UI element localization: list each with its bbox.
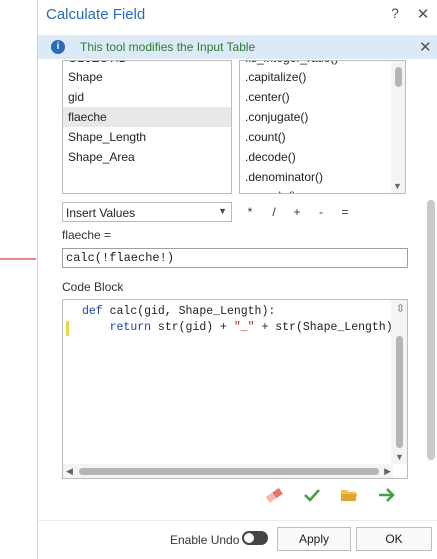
- open-folder-icon[interactable]: [339, 486, 359, 504]
- methods-scroll-thumb[interactable]: [395, 67, 402, 87]
- code-text: + str(Shape_Length): [254, 321, 393, 334]
- code-text: str(gid) +: [151, 321, 234, 334]
- method-item-center[interactable]: .center(): [240, 87, 405, 107]
- pane-scroll-thumb[interactable]: [427, 200, 435, 460]
- code-block-label: Code Block: [62, 280, 124, 294]
- apply-button[interactable]: Apply: [277, 527, 351, 551]
- info-icon: i: [51, 40, 65, 54]
- code-horizontal-scrollbar[interactable]: ◀ ▶: [63, 464, 393, 478]
- field-item-shape[interactable]: Shape: [63, 67, 231, 87]
- methods-scrollbar[interactable]: ▼: [391, 61, 405, 193]
- method-item-count[interactable]: .count(): [240, 127, 405, 147]
- calculate-field-pane: Calculate Field ? ✕ i This tool modifies…: [37, 0, 437, 559]
- operator-equals-button[interactable]: =: [338, 205, 352, 221]
- enable-undo-label: Enable Undo: [170, 533, 240, 547]
- info-message: This tool modifies the Input Table: [80, 40, 256, 54]
- helper-type-value: Insert Values: [66, 206, 136, 220]
- expression-input[interactable]: calc(!flaeche!): [62, 248, 408, 268]
- field-item-gid[interactable]: gid: [63, 87, 231, 107]
- operator-multiply-button[interactable]: *: [243, 205, 257, 221]
- code-string: "_": [233, 321, 255, 334]
- chevron-down-icon[interactable]: ▼: [393, 181, 402, 191]
- code-line-1: def calc(gid, Shape_Length):: [82, 305, 275, 318]
- expression-label: flaeche =: [62, 228, 112, 242]
- pane-titlebar: Calculate Field ? ✕: [38, 0, 437, 30]
- info-message-bar: i This tool modifies the Input Table ✕: [38, 35, 437, 59]
- operator-plus-button[interactable]: +: [290, 205, 304, 221]
- ok-button[interactable]: OK: [356, 527, 432, 551]
- code-keyword: return: [109, 321, 152, 334]
- code-text: calc(gid, Shape_Length):: [102, 305, 276, 318]
- method-item-partial-bottom[interactable]: .encode(): [240, 186, 405, 193]
- methods-list[interactable]: .is_integer_ratio() .capitalize() .cente…: [239, 60, 406, 194]
- method-item-denominator[interactable]: .denominator(): [240, 167, 405, 187]
- code-hscroll-thumb[interactable]: [79, 468, 379, 475]
- chevron-left-icon[interactable]: ◀: [66, 466, 73, 477]
- chevron-down-icon[interactable]: ▼: [395, 452, 404, 462]
- help-button[interactable]: ?: [388, 5, 402, 23]
- chevron-down-icon[interactable]: ▼: [218, 206, 227, 216]
- code-line-2: return str(gid) + "_" + str(Shape_Length…: [82, 321, 393, 334]
- pane-title: Calculate Field: [46, 6, 146, 23]
- split-handle-icon[interactable]: ⇳: [396, 302, 405, 315]
- helper-type-select[interactable]: Insert Values ▼: [62, 202, 232, 222]
- code-vertical-scrollbar[interactable]: ⇳ ▼: [391, 300, 407, 464]
- verify-check-icon[interactable]: [302, 486, 322, 504]
- field-item-shape-area[interactable]: Shape_Area: [63, 147, 231, 167]
- method-item-conjugate[interactable]: .conjugate(): [240, 107, 405, 127]
- method-item-decode[interactable]: .decode(): [240, 147, 405, 167]
- toggle-knob: [244, 533, 254, 543]
- footer-divider: [38, 520, 437, 521]
- operator-divide-button[interactable]: /: [267, 205, 281, 221]
- eraser-icon[interactable]: [264, 486, 284, 504]
- operator-minus-button[interactable]: -: [314, 205, 328, 221]
- change-marker: [66, 321, 69, 336]
- enable-undo-toggle[interactable]: [242, 531, 268, 545]
- code-block-editor[interactable]: def calc(gid, Shape_Length): return str(…: [62, 299, 408, 479]
- method-item-capitalize[interactable]: .capitalize(): [240, 67, 405, 87]
- code-vscroll-thumb[interactable]: [396, 336, 403, 448]
- dismiss-info-button[interactable]: ✕: [419, 38, 432, 56]
- close-pane-button[interactable]: ✕: [416, 5, 430, 23]
- fields-list[interactable]: OBJECTID Shape gid flaeche Shape_Length …: [62, 60, 232, 194]
- pane-scrollbar[interactable]: [424, 60, 437, 470]
- export-arrow-icon[interactable]: [377, 486, 397, 504]
- code-keyword: def: [82, 305, 103, 318]
- chevron-right-icon[interactable]: ▶: [384, 466, 391, 477]
- field-item-flaeche[interactable]: flaeche: [63, 107, 231, 127]
- field-item-shape-length[interactable]: Shape_Length: [63, 127, 231, 147]
